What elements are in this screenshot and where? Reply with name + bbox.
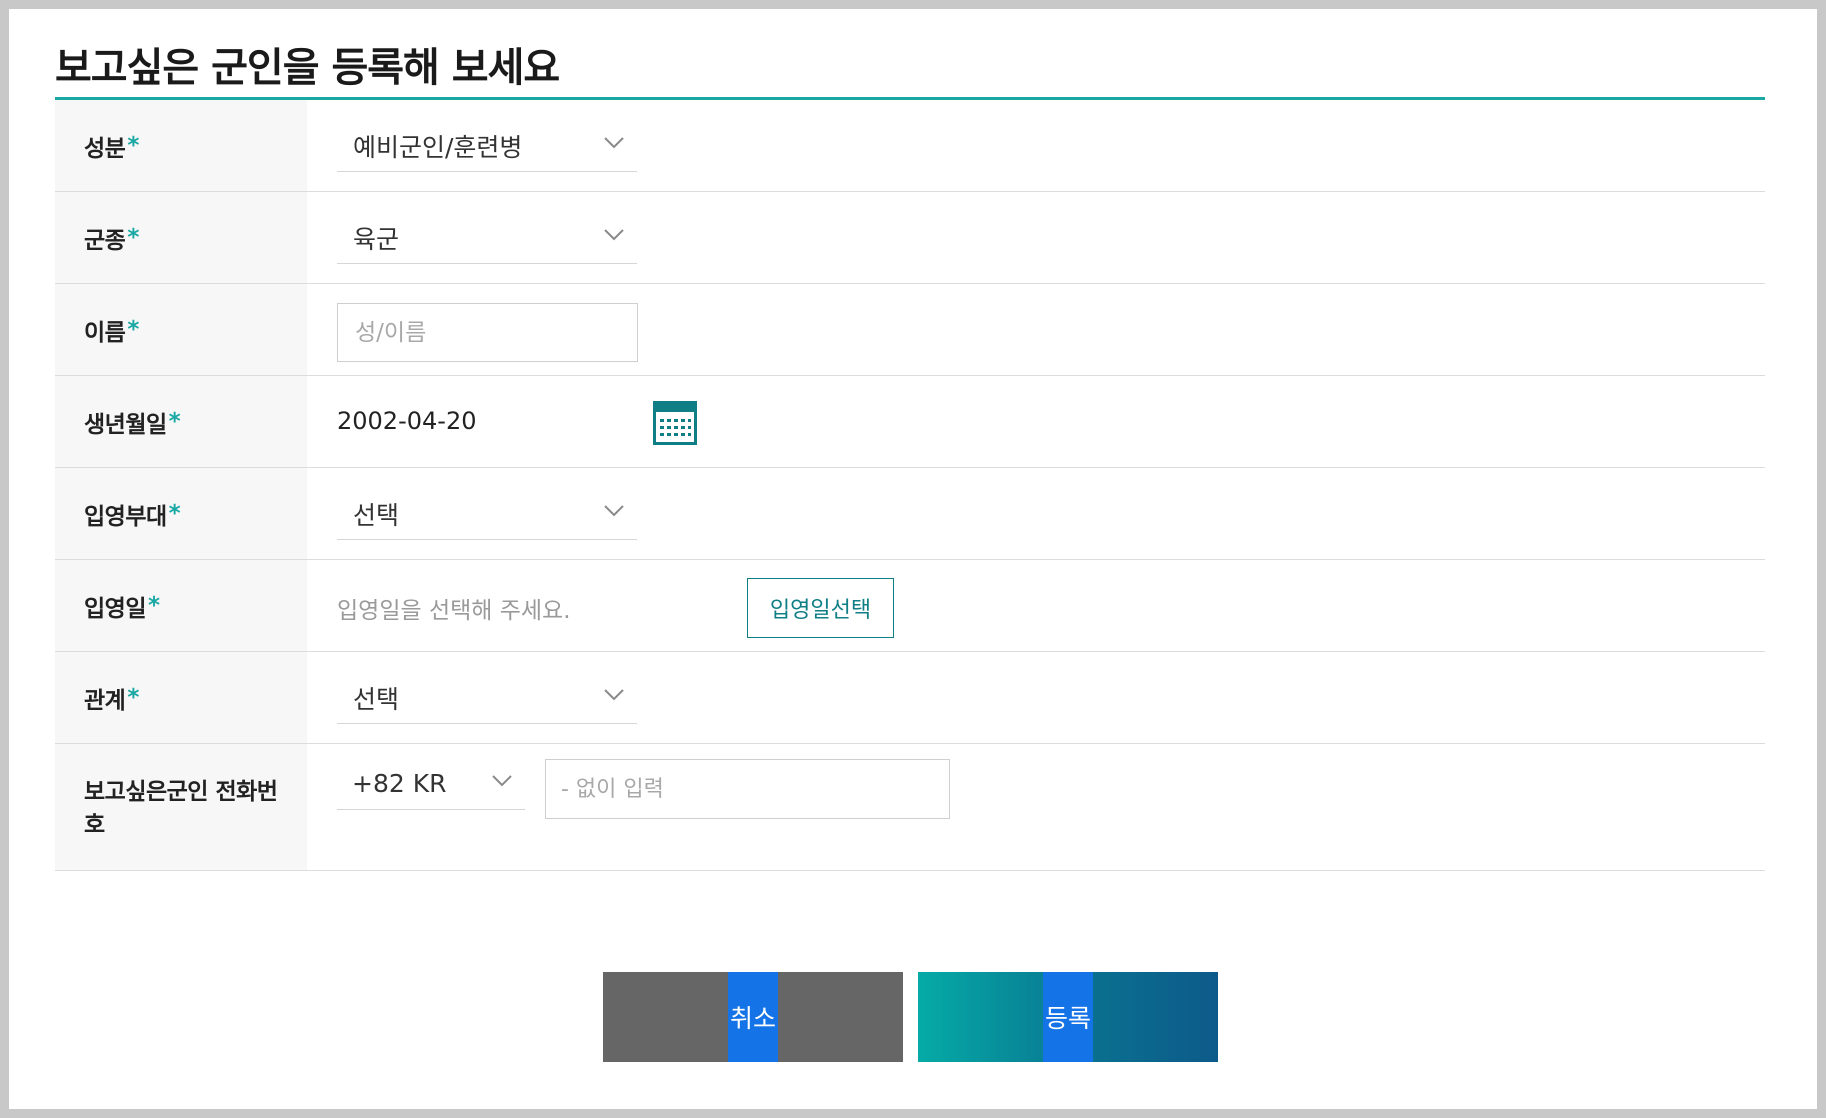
- relation-label-text: 관계: [84, 687, 126, 714]
- form-row-birthdate: 생년월일 * 2002-04-20: [55, 376, 1765, 468]
- status-select-value: 예비군인/훈련병: [353, 132, 523, 162]
- chevron-down-icon: [604, 689, 624, 701]
- unit-select[interactable]: 선택: [337, 488, 637, 540]
- name-field: [307, 284, 1765, 375]
- form-actions: 취소 등록: [603, 972, 1218, 1062]
- required-mark: *: [127, 684, 139, 711]
- relation-select-value: 선택: [353, 684, 400, 714]
- branch-field: 육군: [307, 192, 1765, 283]
- chevron-down-icon: [604, 505, 624, 517]
- required-mark: *: [168, 408, 181, 435]
- birthdate-field: 2002-04-20: [307, 376, 1765, 467]
- enlist-date-label-text: 입영일: [84, 595, 146, 622]
- phone-label: 보고싶은군인 전화번호: [55, 744, 307, 870]
- required-mark: *: [127, 224, 139, 251]
- page-frame: 보고싶은 군인을 등록해 보세요 성분 * 예비군인/훈련병 군종 * 육군 이…: [9, 9, 1817, 1109]
- chevron-down-icon: [604, 137, 624, 149]
- status-field: 예비군인/훈련병: [307, 100, 1765, 191]
- chevron-down-icon: [492, 775, 512, 787]
- form-row-relation: 관계 * 선택: [55, 652, 1765, 744]
- name-label-text: 이름: [84, 319, 126, 346]
- status-label-text: 성분: [84, 135, 126, 162]
- form-row-enlist-date: 입영일 * 입영일을 선택해 주세요. 입영일선택: [55, 560, 1765, 652]
- branch-label-text: 군종: [84, 227, 126, 254]
- birthdate-label-text: 생년월일: [84, 411, 167, 438]
- name-input[interactable]: [337, 303, 638, 362]
- required-mark: *: [127, 132, 139, 159]
- form-row-name: 이름 *: [55, 284, 1765, 376]
- chevron-down-icon: [604, 229, 624, 241]
- relation-field: 선택: [307, 652, 1765, 743]
- phone-field: +82 KR: [307, 744, 1765, 870]
- country-code-select[interactable]: +82 KR: [337, 758, 525, 810]
- status-label: 성분 *: [55, 100, 307, 191]
- submit-button[interactable]: 등록: [918, 972, 1218, 1062]
- country-code-value: +82 KR: [352, 769, 447, 798]
- cancel-button[interactable]: 취소: [603, 972, 903, 1062]
- form-row-phone: 보고싶은군인 전화번호 +82 KR: [55, 744, 1765, 871]
- enlist-date-label: 입영일 *: [55, 560, 307, 651]
- select-enlist-date-button[interactable]: 입영일선택: [747, 578, 894, 638]
- submit-button-label: 등록: [1043, 972, 1093, 1062]
- status-select[interactable]: 예비군인/훈련병: [337, 120, 637, 172]
- enlist-date-placeholder: 입영일을 선택해 주세요.: [337, 598, 571, 624]
- unit-field: 선택: [307, 468, 1765, 559]
- branch-label: 군종 *: [55, 192, 307, 283]
- birthdate-value: 2002-04-20: [337, 407, 477, 435]
- branch-select[interactable]: 육군: [337, 212, 637, 264]
- registration-form: 성분 * 예비군인/훈련병 군종 * 육군 이름 * 성/이름 생년월일 * 2…: [55, 100, 1765, 871]
- name-label: 이름 *: [55, 284, 307, 375]
- branch-select-value: 육군: [353, 224, 400, 254]
- unit-label-text: 입영부대: [84, 503, 167, 530]
- phone-number-input[interactable]: [545, 759, 950, 819]
- form-row-branch: 군종 * 육군: [55, 192, 1765, 284]
- calendar-icon[interactable]: [652, 400, 698, 446]
- required-mark: *: [168, 500, 181, 527]
- required-mark: *: [127, 316, 139, 343]
- unit-select-value: 선택: [353, 500, 400, 530]
- cancel-button-label: 취소: [728, 972, 778, 1062]
- unit-label: 입영부대 *: [55, 468, 307, 559]
- relation-label: 관계 *: [55, 652, 307, 743]
- required-mark: *: [147, 592, 160, 619]
- relation-select[interactable]: 선택: [337, 672, 637, 724]
- enlist-date-field: 입영일을 선택해 주세요. 입영일선택: [307, 560, 1765, 651]
- form-row-status: 성분 * 예비군인/훈련병: [55, 100, 1765, 192]
- birthdate-label: 생년월일 *: [55, 376, 307, 467]
- form-row-unit: 입영부대 * 선택: [55, 468, 1765, 560]
- page-title: 보고싶은 군인을 등록해 보세요: [55, 45, 560, 91]
